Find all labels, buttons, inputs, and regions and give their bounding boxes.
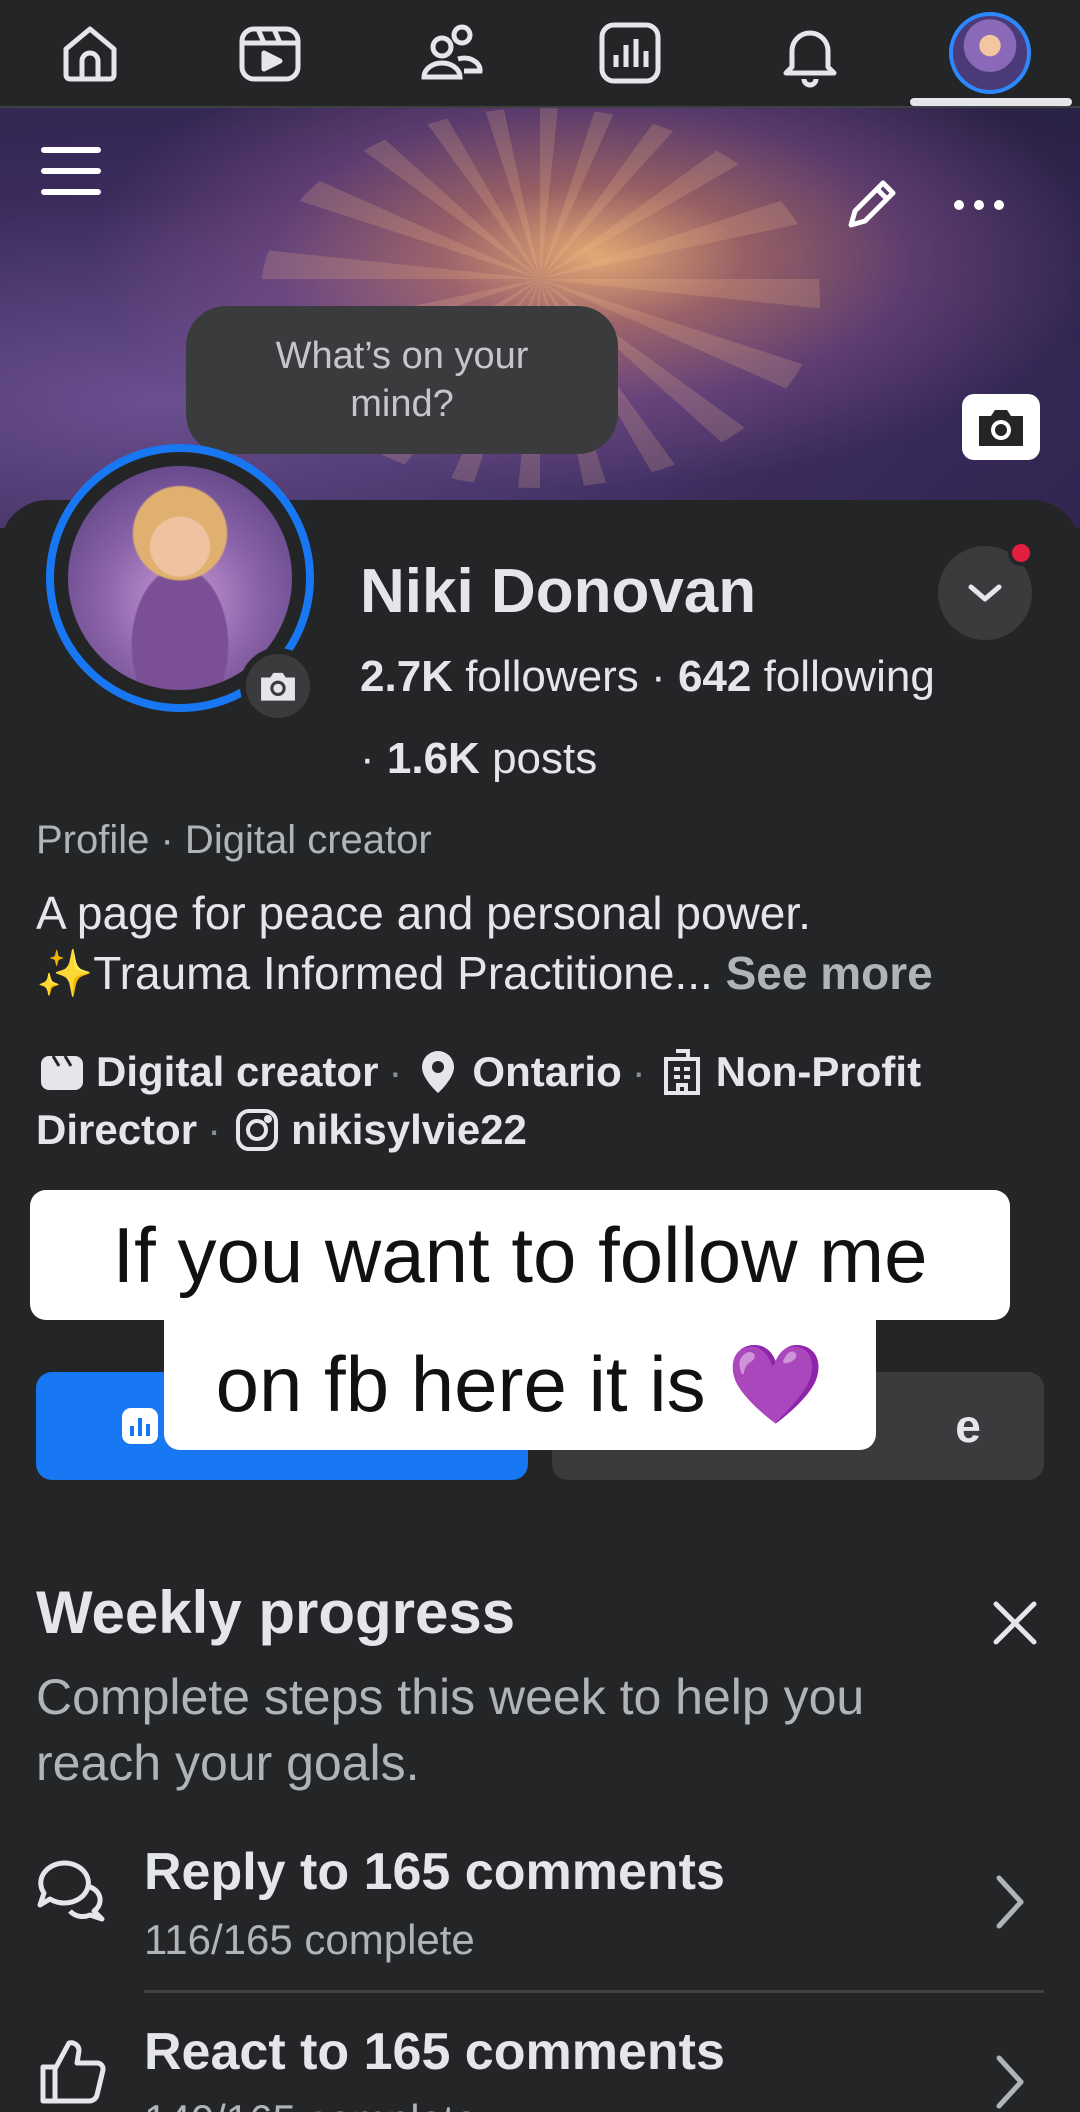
bio-line: A page for peace and personal power. <box>36 887 811 939</box>
nav-home[interactable] <box>0 0 180 106</box>
top-navigation-bar <box>0 0 1080 108</box>
camera-icon <box>261 672 295 701</box>
posts-label: posts <box>492 734 598 783</box>
notification-dot <box>1008 540 1034 566</box>
edit-profile-button[interactable] <box>836 170 906 240</box>
detail-separator: · <box>388 1048 403 1095</box>
more-dots-icon <box>954 200 1004 210</box>
detail-category: Digital creator <box>96 1048 379 1095</box>
nav-profile[interactable] <box>900 0 1080 106</box>
post-stats: · 1.6K posts <box>360 734 597 784</box>
detail-instagram[interactable]: nikisylvie22 <box>291 1106 527 1154</box>
nav-notifications[interactable] <box>720 0 900 106</box>
task-progress: 116/165 complete <box>144 1916 475 1963</box>
divider <box>144 1990 1044 1993</box>
detail-workplace[interactable]: Non-Profit <box>716 1048 921 1096</box>
detail-workplace-cont[interactable]: Director <box>36 1106 197 1154</box>
follow-stats: 2.7K followers · 642 following <box>360 652 935 702</box>
task-progress: 140/165 complete <box>144 2096 478 2112</box>
video-icon <box>239 26 301 82</box>
progress-task[interactable]: Reply to 165 comments 116/165 complete <box>0 1842 1080 2012</box>
home-icon <box>63 26 117 82</box>
see-more-link[interactable]: See more <box>726 947 933 999</box>
clapperboard-icon <box>36 1046 88 1098</box>
stats-separator: · <box>651 652 678 701</box>
active-tab-indicator <box>910 98 1072 106</box>
pencil-icon <box>848 180 896 228</box>
chevron-right-icon <box>980 2042 1040 2112</box>
weekly-progress-title: Weekly progress <box>36 1579 516 1646</box>
menu-button[interactable] <box>38 138 104 204</box>
profile-details-cont: Director · nikisylvie22 <box>36 1104 527 1156</box>
edit-profile-picture-button[interactable] <box>240 648 316 724</box>
bio-line: ✨Trauma Informed Practitione... See more <box>36 946 933 1001</box>
dashboard-icon <box>599 22 661 84</box>
hamburger-menu-icon <box>41 147 101 195</box>
profile-avatar <box>949 12 1031 94</box>
notifications-bell-icon <box>783 30 837 88</box>
following-count[interactable]: 642 <box>678 652 751 701</box>
camera-icon <box>979 410 1023 446</box>
nav-video[interactable] <box>180 0 360 106</box>
detail-location[interactable]: Ontario <box>472 1048 621 1096</box>
building-icon <box>656 1046 708 1098</box>
edit-cover-button[interactable] <box>962 394 1040 460</box>
followers-count[interactable]: 2.7K <box>360 652 453 701</box>
close-weekly-progress-button[interactable] <box>980 1588 1050 1658</box>
detail-separator: · <box>631 1048 646 1095</box>
progress-task[interactable]: React to 165 comments 140/165 complete <box>0 2022 1080 2112</box>
chevron-down-icon <box>968 584 1002 602</box>
insights-icon <box>122 1408 158 1444</box>
chevron-right-icon <box>980 1862 1040 1942</box>
following-label: following <box>763 652 935 701</box>
profile-details: Digital creator · Ontario · Non-Profit <box>36 1046 921 1098</box>
task-title: Reply to 165 comments <box>144 1843 725 1901</box>
video-caption-line1: If you want to follow me <box>30 1190 1010 1320</box>
followers-label: followers <box>465 652 639 701</box>
thumbs-up-icon <box>30 2030 114 2112</box>
more-options-button[interactable] <box>944 170 1014 240</box>
close-icon <box>993 1601 1037 1645</box>
instagram-icon <box>231 1104 283 1156</box>
nav-friends[interactable] <box>360 0 540 106</box>
stats-separator: · <box>360 734 387 783</box>
weekly-progress-subtitle: Complete steps this week to help you rea… <box>36 1669 865 1791</box>
nav-dashboard[interactable] <box>540 0 720 106</box>
profile-category: Profile · Digital creator <box>36 818 432 862</box>
posts-count: 1.6K <box>386 734 480 783</box>
profile-name: Niki Donovan <box>360 557 757 626</box>
task-title: React to 165 comments <box>144 2023 725 2081</box>
comments-icon <box>30 1850 114 1934</box>
bio-text: ✨Trauma Informed Practitione... <box>36 947 713 999</box>
whats-on-your-mind-bubble[interactable]: What’s on your mind? <box>186 306 618 454</box>
location-pin-icon <box>412 1046 464 1098</box>
secondary-action-label: e <box>955 1400 981 1452</box>
video-caption-line2: on fb here it is 💜 <box>164 1320 876 1450</box>
detail-separator: · <box>207 1106 222 1153</box>
friends-icon <box>421 24 483 80</box>
